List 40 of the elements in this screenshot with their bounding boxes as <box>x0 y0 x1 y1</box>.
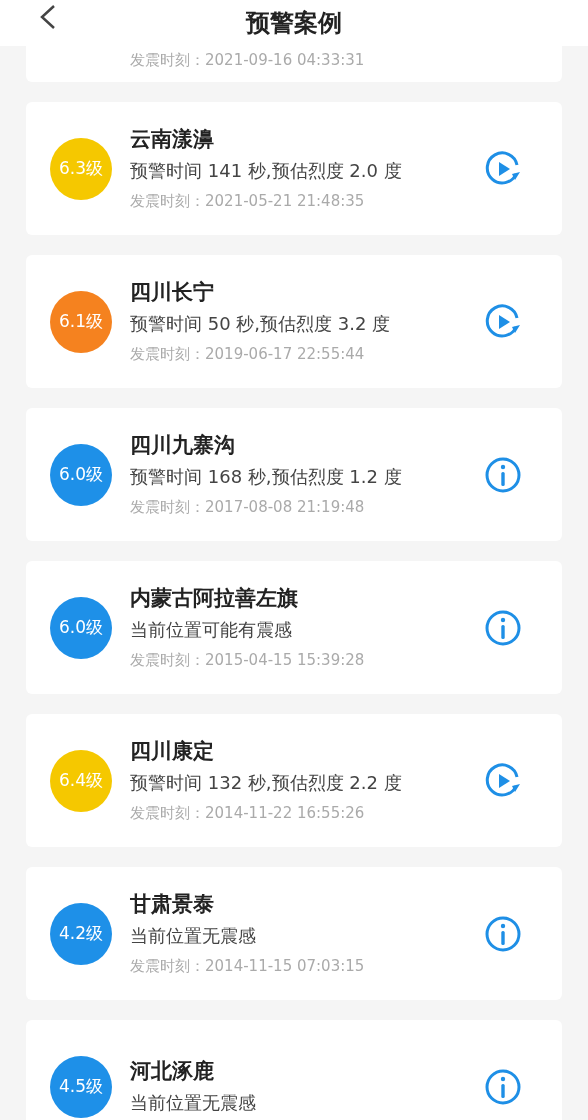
earthquake-card[interactable]: 6.4级 四川康定 预警时间 132 秒,预估烈度 2.2 度 发震时刻：2014-11-22 16:55:26 <box>26 714 562 847</box>
quake-location: 四川长宁 <box>130 278 215 306</box>
quake-location: 云南漾濞 <box>130 125 215 153</box>
quake-location: 甘肃景泰 <box>130 890 215 918</box>
magnitude-badge: 6.1级 <box>50 290 112 353</box>
warning-detail: 预警时间 141 秒,预估烈度 2.0 度 <box>130 158 403 183</box>
warning-detail: 预警时间 132 秒,预估烈度 2.2 度 <box>130 770 403 795</box>
earthquake-card[interactable]: 4.5级 河北涿鹿 当前位置无震感 <box>26 1020 562 1120</box>
magnitude-badge: 6.0级 <box>50 596 112 659</box>
page-title: 预警案例 <box>246 8 342 39</box>
info-icon[interactable] <box>484 1067 522 1106</box>
quake-time: 发震时刻：2021-05-21 21:48:35 <box>130 190 366 212</box>
info-icon[interactable] <box>484 455 522 494</box>
quake-location: 四川康定 <box>130 737 215 765</box>
warning-detail: 当前位置无震感 <box>130 1090 257 1115</box>
quake-time: 发震时刻：2021-09-16 04:33:31 <box>130 50 365 71</box>
magnitude-badge: 4.2级 <box>50 902 112 965</box>
quake-location: 四川九寨沟 <box>130 431 236 459</box>
warning-detail: 预警时间 50 秒,预估烈度 3.2 度 <box>130 311 392 336</box>
quake-time: 发震时刻：2014-11-22 16:55:26 <box>130 802 366 824</box>
quake-location: 河北涿鹿 <box>130 1057 215 1085</box>
earthquake-card[interactable]: 6.3级 云南漾濞 预警时间 141 秒,预估烈度 2.0 度 发震时刻：2021-05-21 21:48:35 <box>26 102 562 235</box>
earthquake-card[interactable]: 4.2级 甘肃景泰 当前位置无震感 发震时刻：2014-11-15 07:03:15 <box>26 867 562 1000</box>
quake-time: 发震时刻：2017-08-08 21:19:48 <box>130 496 366 518</box>
magnitude-badge: 6.0级 <box>50 443 112 506</box>
magnitude-badge: 6.3级 <box>50 137 112 200</box>
magnitude-badge: 6.4级 <box>50 749 112 812</box>
warning-detail: 当前位置可能有震感 <box>130 617 293 642</box>
quake-time: 发震时刻：2019-06-17 22:55:44 <box>130 343 366 365</box>
quake-time: 发震时刻：2014-11-15 07:03:15 <box>130 955 366 977</box>
earthquake-card[interactable]: 6.0级 内蒙古阿拉善左旗 当前位置可能有震感 发震时刻：2015-04-15 15:39:28 <box>26 561 562 694</box>
warning-detail: 当前位置无震感 <box>130 923 257 948</box>
warning-detail: 预警时间 168 秒,预估烈度 1.2 度 <box>130 464 403 489</box>
info-icon[interactable] <box>484 914 522 953</box>
earthquake-card[interactable]: 6.0级 四川九寨沟 预警时间 168 秒,预估烈度 1.2 度 发震时刻：2017-08-08 21:19:48 <box>26 408 562 541</box>
magnitude-badge: 4.5级 <box>50 1055 112 1118</box>
info-icon[interactable] <box>484 608 522 647</box>
earthquake-card[interactable]: 6.1级 四川长宁 预警时间 50 秒,预估烈度 3.2 度 发震时刻：2019-06-17 22:55:44 <box>26 255 562 388</box>
quake-location: 内蒙古阿拉善左旗 <box>130 584 299 612</box>
quake-time: 发震时刻：2015-04-15 15:39:28 <box>130 649 366 671</box>
